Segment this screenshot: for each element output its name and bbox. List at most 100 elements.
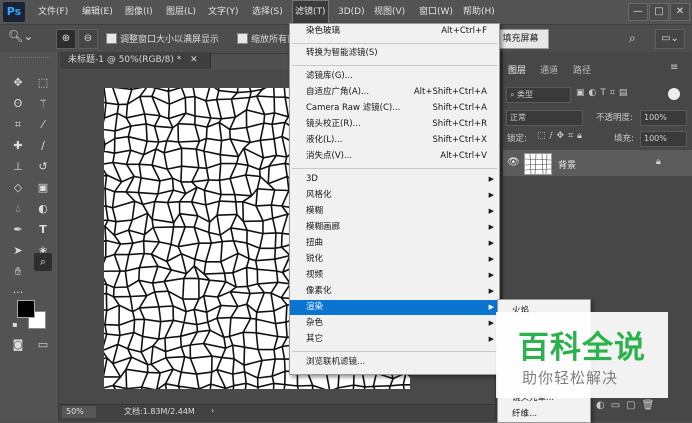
lock-label: 锁定:	[507, 134, 527, 144]
menu-view[interactable]: 视图(V)	[374, 0, 405, 24]
toolbar-grip	[10, 57, 50, 61]
document-tab[interactable]: 未标题-1 @ 50%(RGB/8) * ✕	[60, 52, 211, 69]
menu-item-lens-correction[interactable]: 镜头校正(R)... Shift+Ctrl+R	[290, 117, 499, 132]
zoom-in-icon[interactable]: ⊕	[56, 29, 76, 49]
opacity-label: 不透明度:	[596, 113, 633, 123]
menu-item-distort[interactable]: 扭曲 ▶	[290, 236, 499, 251]
watermark-title: 百科全说	[518, 330, 646, 366]
resize-window-label: 调整窗口大小以满屏显示	[120, 35, 220, 45]
path-selection-icon[interactable]: ➤	[9, 242, 27, 260]
default-colors-icon[interactable]: ▪	[6, 316, 24, 334]
fill-label: 填充:	[614, 134, 634, 144]
menu-item-render[interactable]: 渲染 ▶	[290, 300, 499, 315]
menu-image[interactable]: 图像(I)	[125, 0, 153, 24]
marquee-tool-icon[interactable]: ⬚	[34, 74, 52, 92]
workspace-switcher-icon[interactable]: ▭⌄	[655, 29, 685, 49]
zoom-tool-preset-icon[interactable]: 🔍︎⌄	[8, 29, 33, 43]
resize-window-checkbox[interactable]	[106, 33, 117, 44]
zoom-all-checkbox[interactable]	[237, 33, 248, 44]
zoom-tool-icon[interactable]: ⌕	[34, 253, 52, 271]
search-icon[interactable]: ⌕	[629, 31, 636, 46]
menu-layer[interactable]: 图层(L)	[166, 0, 196, 24]
menu-item-vanishing-point[interactable]: 消失点(V)... Alt+Ctrl+V	[290, 149, 499, 164]
menu-separator	[292, 168, 497, 169]
menu-filter[interactable]: 滤镜(T)	[292, 0, 329, 24]
submenu-item-fibers[interactable]: 纤维...	[512, 407, 537, 419]
menu-item-convert-smart-filter[interactable]: 转换为智能滤镜(S)	[290, 46, 499, 61]
status-zoom-field[interactable]: 50%	[62, 406, 96, 418]
menu-item-blur-gallery[interactable]: 模糊画廊 ▶	[290, 220, 499, 235]
menu-edit[interactable]: 编辑(E)	[82, 0, 113, 24]
menu-window[interactable]: 窗口(W)	[419, 0, 453, 24]
menu-item-3d[interactable]: 3D ▶	[290, 172, 499, 187]
opacity-field[interactable]: 100%	[640, 110, 687, 126]
menu-type[interactable]: 文字(Y)	[208, 0, 239, 24]
filter-toggle[interactable]	[668, 88, 680, 100]
lock-icons[interactable]: ⬚∕✥⌗🔒︎	[537, 131, 586, 141]
menu-item-stylize[interactable]: 风格化 ▶	[290, 188, 499, 203]
blend-mode-select[interactable]: 正常	[506, 110, 583, 126]
crop-tool-icon[interactable]: ⌗	[9, 116, 27, 134]
healing-brush-icon[interactable]: ✚	[9, 137, 27, 155]
gradient-tool-icon[interactable]: ▣	[34, 179, 52, 197]
tab-channels[interactable]: 通道	[540, 62, 558, 80]
submenu-arrow-icon: ▶	[488, 271, 494, 279]
menu-3d[interactable]: 3D(D)	[338, 0, 365, 24]
status-arrow-icon[interactable]: ›	[211, 406, 214, 415]
fill-field[interactable]: 100%	[640, 131, 687, 147]
magic-wand-icon[interactable]: ⚚	[34, 95, 52, 113]
submenu-arrow-icon: ▶	[488, 191, 494, 199]
type-tool-icon[interactable]: T	[34, 221, 52, 239]
menu-item-stained-glass[interactable]: 染色玻璃 Alt+Ctrl+F	[290, 24, 499, 39]
menu-item-camera-raw[interactable]: Camera Raw 滤镜(C)... Shift+Ctrl+A	[290, 101, 499, 116]
submenu-arrow-icon: ▶	[488, 223, 494, 231]
menu-item-noise[interactable]: 杂色 ▶	[290, 316, 499, 331]
close-button[interactable]: ✕	[670, 3, 690, 21]
eyedropper-icon[interactable]: ⁄	[34, 116, 52, 134]
panel-menu-icon[interactable]: ≡	[670, 62, 678, 73]
menu-separator	[292, 43, 497, 44]
layer-kind-filter[interactable]: ⌕ 类型	[506, 87, 571, 103]
clone-stamp-icon[interactable]: ⊥	[9, 158, 27, 176]
visibility-eye-icon[interactable]: 👁︎	[507, 157, 520, 168]
menu-help[interactable]: 帮助(H)	[463, 0, 495, 24]
menu-file[interactable]: 文件(F)	[38, 0, 68, 24]
hand-tool-icon[interactable]: ✋︎	[9, 263, 27, 281]
history-brush-icon[interactable]: ↺	[34, 158, 52, 176]
menu-item-adaptive-wide-angle[interactable]: 自适应广角(A)... Alt+Shift+Ctrl+A	[290, 85, 499, 100]
layer-actions-icons[interactable]: ◐▭▢🗑︎	[596, 400, 660, 411]
close-document-icon[interactable]: ✕	[190, 55, 198, 65]
move-tool-icon[interactable]: ✥	[9, 74, 27, 92]
dodge-tool-icon[interactable]: ◐	[34, 200, 52, 218]
menu-item-video[interactable]: 视频 ▶	[290, 268, 499, 283]
menu-item-blur[interactable]: 模糊 ▶	[290, 204, 499, 219]
filter-type-icons[interactable]: ▣◐T⌗▤	[576, 88, 631, 98]
menu-item-liquify[interactable]: 液化(L)... Shift+Ctrl+X	[290, 133, 499, 148]
kind-filter-value: 类型	[517, 90, 534, 99]
menu-item-filter-gallery[interactable]: 滤镜库(G)...	[290, 69, 499, 84]
maximize-button[interactable]: □	[649, 3, 669, 21]
minimize-button[interactable]: —	[628, 3, 648, 21]
layer-name[interactable]: 背景	[558, 158, 576, 171]
filter-menu: 染色玻璃 Alt+Ctrl+F 转换为智能滤镜(S) 滤镜库(G)... 自适应广…	[289, 23, 500, 375]
submenu-arrow-icon: ▶	[488, 303, 494, 311]
layer-thumbnail	[524, 153, 552, 175]
pen-tool-icon[interactable]: ✒︎	[9, 221, 27, 239]
tab-paths[interactable]: 路径	[573, 62, 591, 80]
quick-mask-icon[interactable]: ◙	[9, 336, 27, 354]
tab-layers[interactable]: 图层	[508, 62, 526, 80]
menu-item-browse-online[interactable]: 浏览联机滤镜...	[290, 355, 499, 370]
fill-screen-button[interactable]: 填充屏幕	[492, 29, 549, 49]
submenu-arrow-icon: ▶	[488, 255, 494, 263]
menu-item-sharpen[interactable]: 锐化 ▶	[290, 252, 499, 267]
menu-item-other[interactable]: 其它 ▶	[290, 332, 499, 347]
menu-item-pixelate[interactable]: 像素化 ▶	[290, 284, 499, 299]
brush-tool-icon[interactable]: ∕	[34, 137, 52, 155]
lasso-tool-icon[interactable]: ʘ	[9, 95, 27, 113]
eraser-tool-icon[interactable]: ◇	[9, 179, 27, 197]
zoom-out-icon[interactable]: ⊖	[78, 29, 98, 49]
blur-tool-icon[interactable]: 💧︎	[9, 200, 27, 218]
status-doc-size: 文档:1.83M/2.44M	[124, 407, 195, 416]
menu-select[interactable]: 选择(S)	[252, 0, 283, 24]
screen-mode-icon[interactable]: ▭	[34, 336, 52, 354]
